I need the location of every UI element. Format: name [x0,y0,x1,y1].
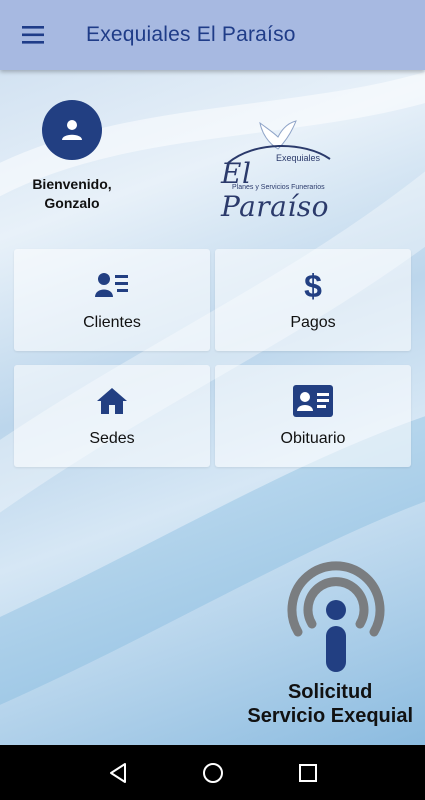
request-line-1: Solicitud [287,681,373,703]
menu-tile-label: Pagos [290,314,336,331]
app-title: Exequiales El Paraíso [86,23,296,46]
avatar[interactable] [42,100,102,160]
home-icon [97,388,127,414]
welcome-text: Bienvenido, Gonzalo [22,175,122,213]
menu-tile-label: Sedes [89,430,135,447]
dollar-icon: $ [304,268,322,302]
hamburger-menu-icon[interactable] [4,0,64,70]
logo-sub-text: Planes y Servicios Funerarios [232,184,325,191]
system-navigation-bar [0,745,425,800]
menu-tile-sedes[interactable]: Sedes [14,365,210,467]
recents-icon[interactable] [288,753,328,793]
app-bar: Exequiales El Paraíso [0,0,425,70]
welcome-line: Bienvenido, [32,176,112,192]
menu-tile-obituario[interactable]: Obituario [215,365,411,467]
request-line-2: Servicio Exequial [247,705,413,727]
request-service-label[interactable]: Solicitud Servicio Exequial [247,680,413,728]
id-card-icon [293,385,333,417]
clients-list-icon [95,273,128,297]
back-icon[interactable] [98,753,138,793]
menu-tile-clientes[interactable]: Clientes [14,249,210,351]
menu-tile-pagos[interactable]: $ Pagos [215,249,411,351]
home-circle-icon[interactable] [193,753,233,793]
user-name: Gonzalo [44,195,100,211]
broadcast-person-icon [287,561,385,672]
svg-text:$: $ [304,268,322,302]
user-icon [62,120,82,140]
company-logo: Exequiales El Paraíso Planes y Servicios… [210,115,340,223]
menu-tile-label: Clientes [83,314,141,331]
menu-tile-label: Obituario [280,430,346,447]
